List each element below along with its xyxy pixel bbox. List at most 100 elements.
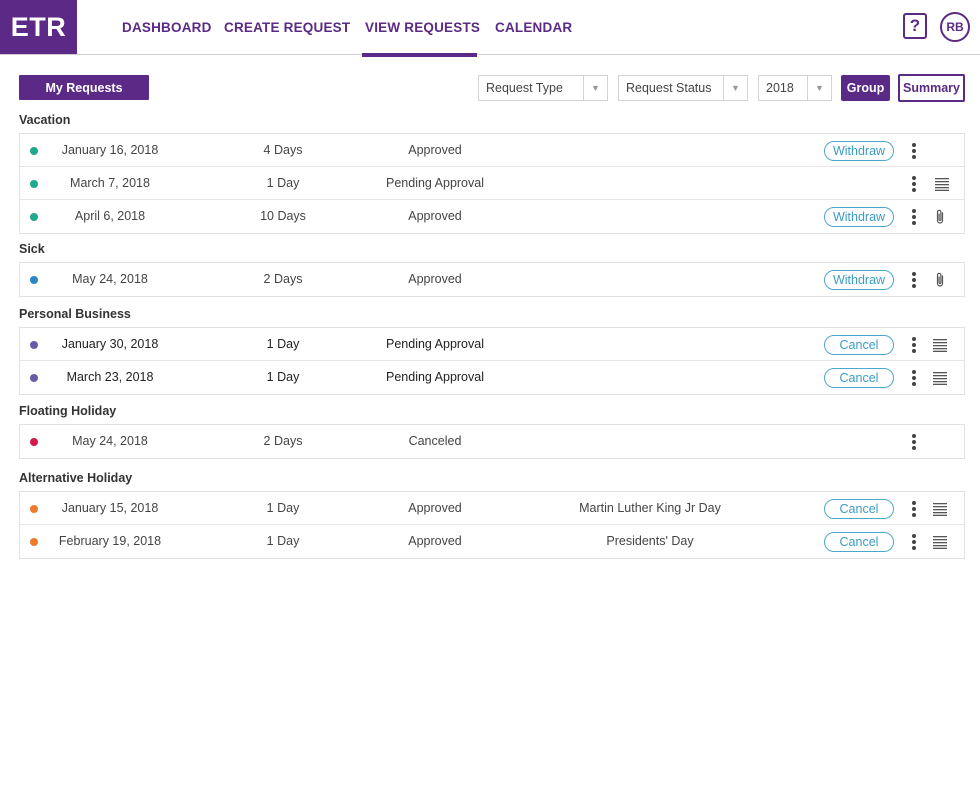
request-status: Approved (408, 534, 462, 548)
request-type-dot (30, 341, 38, 349)
request-status: Pending Approval (386, 176, 484, 190)
request-date: January 16, 2018 (61, 143, 159, 157)
request-status: Pending Approval (386, 337, 484, 351)
request-duration: 2 Days (263, 272, 303, 286)
notes-icon[interactable] (932, 500, 948, 518)
request-date: January 30, 2018 (61, 337, 159, 351)
request-duration: 2 Days (263, 434, 303, 448)
request-row[interactable]: May 24, 2018 2 Days Canceled (20, 425, 964, 458)
cancel-button[interactable]: Cancel (824, 532, 894, 552)
request-note: Presidents' Day (606, 534, 694, 548)
nav-dashboard[interactable]: DASHBOARD (122, 20, 212, 35)
chevron-down-icon: ▼ (723, 76, 747, 100)
request-status: Pending Approval (386, 370, 484, 384)
request-duration: 1 Day (266, 501, 300, 515)
notes-icon[interactable] (932, 533, 948, 551)
notes-icon[interactable] (932, 336, 948, 354)
more-options-icon[interactable] (908, 174, 920, 194)
request-duration: 1 Day (266, 370, 300, 384)
active-tab-indicator (362, 53, 477, 57)
request-duration: 4 Days (263, 143, 303, 157)
request-date: March 7, 2018 (70, 176, 150, 190)
paperclip-icon[interactable] (932, 208, 948, 226)
chevron-down-icon: ▼ (583, 76, 607, 100)
group-button[interactable]: Group (841, 75, 890, 101)
request-status-value: Request Status (626, 81, 712, 95)
request-duration: 1 Day (266, 176, 300, 190)
request-row[interactable]: February 19, 2018 1 Day Approved Presidents… (20, 525, 964, 558)
my-requests-button[interactable]: My Requests (19, 75, 149, 100)
year-select[interactable]: 2018 ▼ (758, 75, 832, 101)
paperclip-icon[interactable] (932, 271, 948, 289)
group-title: Sick (19, 242, 45, 256)
more-options-icon[interactable] (908, 499, 920, 519)
request-date: May 24, 2018 (72, 434, 148, 448)
request-note: Martin Luther King Jr Day (579, 501, 721, 515)
notes-icon[interactable] (934, 175, 950, 193)
request-duration: 1 Day (266, 534, 300, 548)
group-title: Floating Holiday (19, 404, 117, 418)
notes-icon[interactable] (932, 369, 948, 387)
request-type-dot (30, 505, 38, 513)
request-row[interactable]: January 15, 2018 1 Day Approved Martin Luth… (20, 492, 964, 525)
request-status: Canceled (408, 434, 462, 448)
group-title: Vacation (19, 113, 71, 127)
user-avatar[interactable]: RB (940, 12, 970, 42)
request-type-select[interactable]: Request Type ▼ (478, 75, 608, 101)
withdraw-button[interactable]: Withdraw (824, 207, 894, 227)
chevron-down-icon: ▼ (807, 76, 831, 100)
request-date: April 6, 2018 (74, 209, 146, 223)
more-options-icon[interactable] (908, 432, 920, 452)
request-card: January 16, 2018 4 Days Approved Withdraw Ma… (19, 133, 965, 234)
group-title: Personal Business (19, 307, 131, 321)
request-status-select[interactable]: Request Status ▼ (618, 75, 748, 101)
request-status: Approved (408, 501, 462, 515)
top-header: ETR DASHBOARD CREATE REQUEST VIEW REQUES… (0, 0, 980, 55)
request-type-dot (30, 538, 38, 546)
request-date: March 23, 2018 (66, 370, 154, 384)
request-type-dot (30, 180, 38, 188)
request-status: Approved (408, 272, 462, 286)
summary-button[interactable]: Summary (898, 74, 965, 102)
help-icon[interactable]: ? (903, 13, 927, 39)
cancel-button[interactable]: Cancel (824, 335, 894, 355)
withdraw-button[interactable]: Withdraw (824, 141, 894, 161)
request-duration: 10 Days (260, 209, 306, 223)
request-status: Approved (408, 143, 462, 157)
request-row[interactable]: March 23, 2018 1 Day Pending Approval Cance… (20, 361, 964, 394)
request-status: Approved (408, 209, 462, 223)
request-card: January 30, 2018 1 Day Pending Approval Can… (19, 327, 965, 395)
more-options-icon[interactable] (908, 207, 920, 227)
withdraw-button[interactable]: Withdraw (824, 270, 894, 290)
request-type-dot (30, 438, 38, 446)
request-type-dot (30, 147, 38, 155)
year-value: 2018 (766, 81, 794, 95)
request-row[interactable]: May 24, 2018 2 Days Approved Withdraw (20, 263, 964, 296)
nav-view-requests[interactable]: VIEW REQUESTS (365, 20, 480, 35)
cancel-button[interactable]: Cancel (824, 368, 894, 388)
request-type-value: Request Type (486, 81, 563, 95)
request-row[interactable]: March 7, 2018 1 Day Pending Approval (20, 167, 964, 200)
request-card: May 24, 2018 2 Days Approved Withdraw (19, 262, 965, 297)
request-row[interactable]: April 6, 2018 10 Days Approved Withdraw (20, 200, 964, 233)
more-options-icon[interactable] (908, 532, 920, 552)
more-options-icon[interactable] (908, 141, 920, 161)
request-type-dot (30, 213, 38, 221)
request-date: February 19, 2018 (58, 534, 162, 548)
more-options-icon[interactable] (908, 368, 920, 388)
group-title: Alternative Holiday (19, 471, 133, 485)
request-duration: 1 Day (266, 337, 300, 351)
more-options-icon[interactable] (908, 270, 920, 290)
request-date: May 24, 2018 (72, 272, 148, 286)
request-type-dot (30, 374, 38, 382)
request-card: May 24, 2018 2 Days Canceled (19, 424, 965, 459)
more-options-icon[interactable] (908, 335, 920, 355)
nav-calendar[interactable]: CALENDAR (495, 20, 572, 35)
nav-create-request[interactable]: CREATE REQUEST (224, 20, 350, 35)
app-logo: ETR (0, 0, 77, 54)
request-row[interactable]: January 16, 2018 4 Days Approved Withdraw (20, 134, 964, 167)
cancel-button[interactable]: Cancel (824, 499, 894, 519)
request-type-dot (30, 276, 38, 284)
request-row[interactable]: January 30, 2018 1 Day Pending Approval Can… (20, 328, 964, 361)
request-date: January 15, 2018 (61, 501, 159, 515)
